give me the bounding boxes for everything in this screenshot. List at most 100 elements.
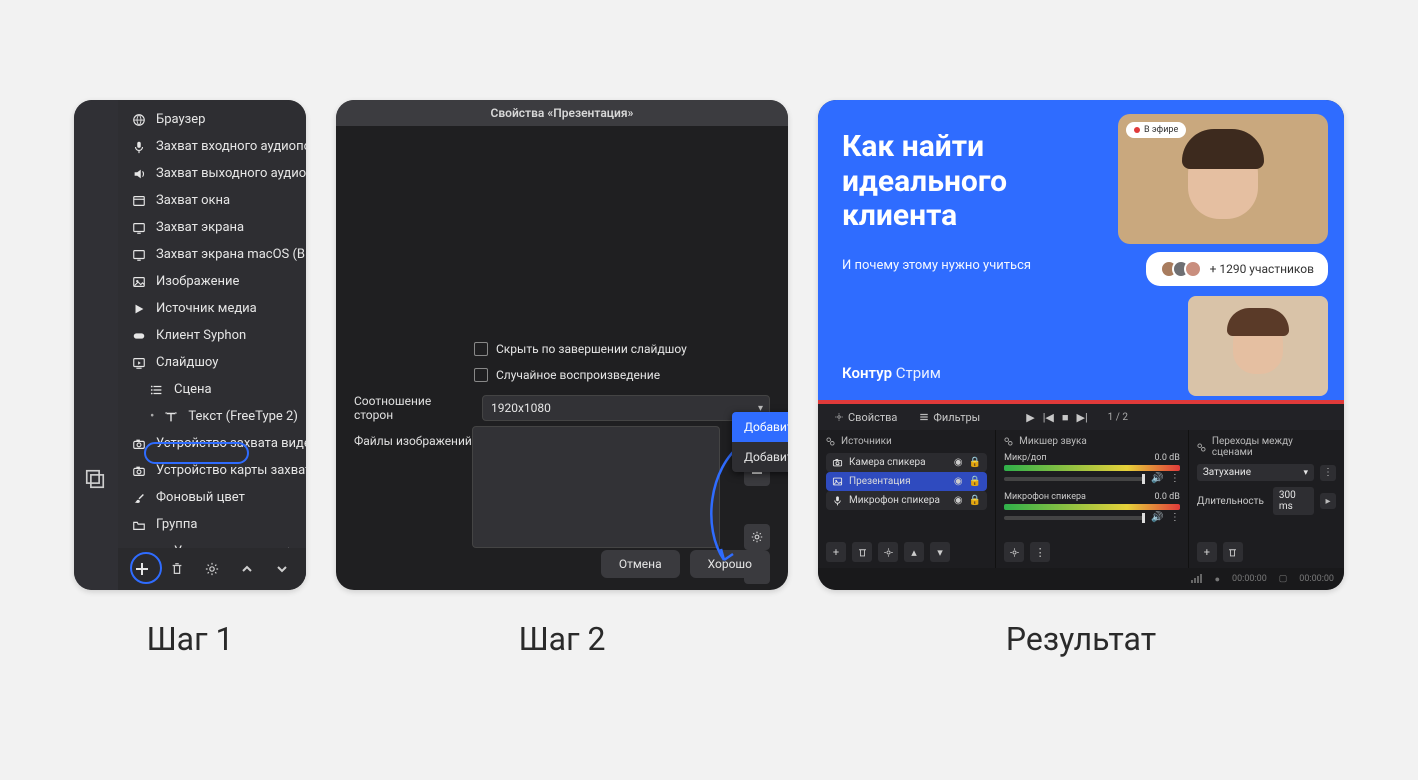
transitions-panel: Переходы между сценами Затухание▾ ⋮ Длит… [1189,430,1344,568]
add-source-button[interactable] [132,558,153,580]
move-down-button[interactable] [271,558,292,580]
sources-settings-button[interactable] [878,542,898,562]
sources-down-button[interactable]: ▾ [930,542,950,562]
aspect-ratio-select[interactable]: 1920x1080 ▾ [482,395,770,421]
step1-panel: Браузер Захват входного аудиопотока Захват… [74,100,306,590]
chain-icon [826,437,835,446]
cancel-button[interactable]: Отмена [601,550,680,578]
mixer-more-button[interactable]: ⋮ [1030,542,1050,562]
source-menu-item[interactable]: •Текст (FreeType 2) [118,403,306,430]
source-menu-item[interactable]: Захват экрана macOS (BETA) [118,241,306,268]
source-menu-item[interactable]: Захват экрана [118,214,306,241]
settings-button[interactable] [202,558,223,580]
source-menu-label: Группа [156,517,197,532]
transition-more-button[interactable]: ⋮ [1320,465,1336,481]
tab-filters[interactable]: Фильтры [913,407,986,428]
source-menu-item[interactable]: Клиент Syphon [118,322,306,349]
sources-delete-button[interactable] [852,542,872,562]
lock-icon[interactable]: 🔒 [969,476,981,487]
playback-controls: ▶ |◀ ■ ▶| [1026,411,1087,424]
caption-step2: Шаг 2 [519,620,606,658]
prev-button[interactable]: |◀ [1043,411,1054,424]
visibility-icon[interactable]: ◉ [954,457,963,468]
source-menu-label: Захват входного аудиопотока [156,139,306,154]
source-menu-label: Клиент Syphon [156,328,246,343]
move-up-button[interactable] [236,558,257,580]
source-menu-item[interactable]: Устройство захвата видео [118,430,306,457]
tab-properties[interactable]: Свойства [828,407,903,428]
sources-panel: Источники Камера спикера ◉ 🔒 Презентация… [818,430,996,568]
visibility-icon[interactable]: ◉ [954,476,963,487]
mixer-name: Микрофон спикера [1004,492,1086,502]
transition-type-select[interactable]: Затухание▾ [1197,464,1314,481]
source-menu-item[interactable]: Сцена [118,376,306,403]
status-time: 00:00:00 [1232,574,1267,584]
mute-button[interactable]: 🔊 [1151,473,1163,484]
mixer-db: 0.0 dB [1154,453,1179,463]
sources-up-button[interactable]: ▴ [904,542,924,562]
gear-icon [834,412,844,422]
lock-icon[interactable]: 🔒 [969,495,981,506]
source-menu-label: Слайдшоу [156,355,218,370]
step2-panel: Свойства «Презентация» Скрыть по заверше… [336,100,788,590]
participants-count: + 1290 участников [1210,262,1314,276]
page-indicator: 1 / 2 [1108,412,1128,423]
source-menu-label: Изображение [156,274,239,289]
stop-button[interactable]: ■ [1062,411,1069,424]
transition-add-button[interactable]: + [1197,542,1217,562]
mixer-channel: Микр/доп0.0 dB 🔊 ⋮ [1004,453,1180,484]
image-files-list[interactable] [472,426,720,548]
source-menu-item[interactable]: Изображение [118,268,306,295]
source-menu-item[interactable]: Источник медиа [118,295,306,322]
source-menu-item[interactable]: Фоновый цвет [118,484,306,511]
source-menu-label: Текст (FreeType 2) [188,409,297,424]
volume-slider[interactable] [1004,516,1145,520]
source-menu-label: Захват выходного аудиопотока [156,166,306,181]
hide-on-finish-checkbox[interactable]: Скрыть по завершении слайдшоу [354,342,687,356]
source-row[interactable]: Камера спикера ◉ 🔒 [826,453,987,472]
source-menu-item[interactable]: Группа [118,511,306,538]
source-menu-label: Захват окна [156,193,230,208]
copy-icon [84,468,106,490]
source-type-menu[interactable]: Браузер Захват входного аудиопотока Захват… [118,100,306,590]
source-menu-label: Захват экрана macOS (BETA) [156,247,306,262]
channel-more-button[interactable]: ⋮ [1170,512,1180,523]
source-row[interactable]: Микрофон спикера ◉ 🔒 [826,491,987,510]
transition-delete-button[interactable] [1223,542,1243,562]
source-menu-item[interactable]: Браузер [118,106,306,133]
duration-stepper[interactable]: ▸ [1320,493,1336,509]
hide-on-finish-label: Скрыть по завершении слайдшоу [496,342,687,356]
transition-duration-input[interactable]: 300 ms [1273,487,1314,515]
source-menu-item[interactable]: Захват окна [118,187,306,214]
visibility-icon[interactable]: ◉ [954,495,963,506]
audio-meter [1004,504,1180,510]
transitions-header: Переходы между сценами [1197,436,1336,458]
filters-icon [919,412,929,422]
volume-slider[interactable] [1004,477,1145,481]
lock-icon[interactable]: 🔒 [969,457,981,468]
mute-button[interactable]: 🔊 [1151,512,1163,523]
source-menu-item[interactable]: Устройство карты захвата [118,457,306,484]
source-label: Микрофон спикера [849,495,940,506]
channel-more-button[interactable]: ⋮ [1170,473,1180,484]
ok-button[interactable]: Хорошо [690,550,770,578]
play-button[interactable]: ▶ [1026,411,1034,424]
audio-meter [1004,465,1180,471]
next-button[interactable]: ▶| [1077,411,1088,424]
delete-source-button[interactable] [167,558,188,580]
file-settings-button[interactable] [744,524,770,550]
source-menu-item[interactable]: Захват выходного аудиопотока [118,160,306,187]
source-row[interactable]: Презентация ◉ 🔒 [826,472,987,491]
source-menu-item[interactable]: Слайдшоу [118,349,306,376]
participants-pill: + 1290 участников [1146,252,1328,286]
source-label: Камера спикера [849,457,926,468]
add-folder-item[interactable]: Добавить папку [732,442,788,472]
aspect-ratio-value: 1920x1080 [491,401,551,415]
sources-add-button[interactable]: + [826,542,846,562]
random-playback-checkbox[interactable]: Случайное воспроизведение [354,368,660,382]
status-bar: ● 00:00:00 ▢ 00:00:00 [818,568,1344,590]
add-files-item[interactable]: Добавить файлы [732,412,788,442]
mixer-settings-button[interactable] [1004,542,1024,562]
source-menu-item[interactable]: Захват входного аудиопотока [118,133,306,160]
result-panel: Как найти идеального клиента И почему эт… [818,100,1344,590]
